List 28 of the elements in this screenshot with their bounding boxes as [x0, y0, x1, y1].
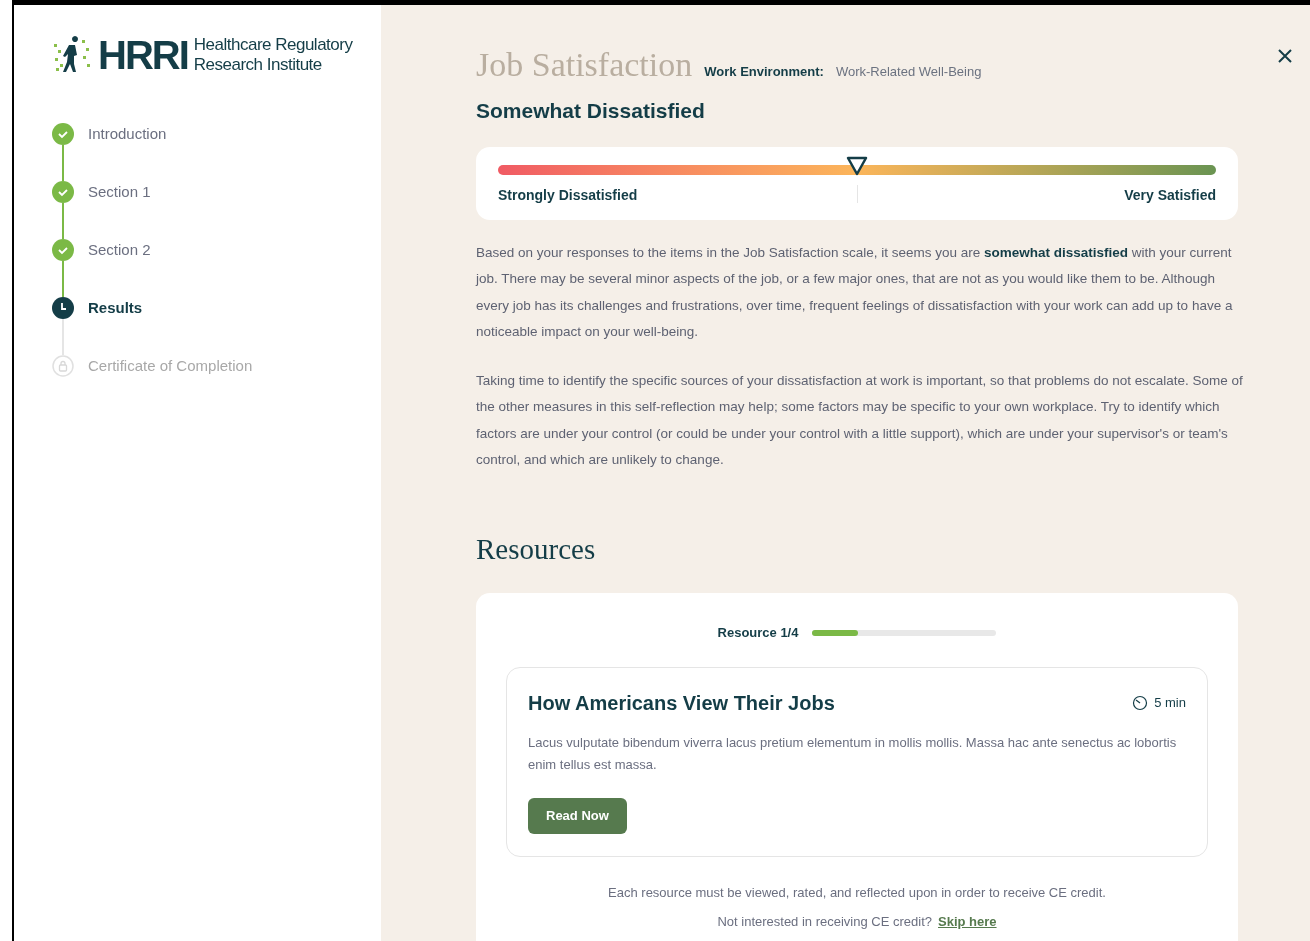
result-heading: Somewhat Dissatisfied: [476, 98, 706, 124]
resource-description: Lacus vulputate bibendum viverra lacus pretium elementum in mollis mollis. Massa hac ante senectus ac lobortis enim tellus est massa.: [528, 733, 1178, 774]
logo-name: Research Institute: [193, 55, 323, 75]
page-title: Job Satisfaction: [476, 45, 693, 85]
result-paragraph: Taking time to identify the specific sources of your dissatisfaction at work is important, so that problems do not escalate. Some of the other measures in this self-reflection may help; some factors may be specific to your own workplace. Try to identify which factors are under your control (or could be under your control with a little support), which are under your supervisor's or team's control, and which are unlikely to change.: [476, 371, 1244, 469]
logo-mark: HRRI: [98, 35, 188, 75]
category-label: Work Environment:: [704, 63, 824, 81]
result-paragraph: Based on your responses to the items in the Job Satisfaction scale, it seems you are somewhat dissatisfied with your current job. There may be several minor aspects of the job, or a few major ones, that are not as you would like them to be. Although every job has its challenges and frustrations, over time, frequent feelings of dissatisfaction with your work can add up to have a noticeable impact on your well-being.: [476, 243, 1234, 341]
progress-label: Resource 1/4: [717, 624, 799, 642]
category-value: Work-Related Well-Being: [835, 63, 982, 81]
step-label[interactable]: Introduction: [88, 122, 167, 146]
skip-link[interactable]: Skip here: [938, 912, 997, 932]
read-now-button[interactable]: Read Now: [528, 797, 627, 834]
walking-figure-icon: [52, 36, 92, 74]
scale-min-label: Strongly Dissatisfied: [498, 185, 638, 205]
skip-prompt: Not interested in receiving CE credit?: [717, 913, 933, 931]
clock-icon: [52, 297, 74, 319]
step-label[interactable]: Section 1: [88, 180, 151, 204]
scale-max-label: Very Satisfied: [1124, 185, 1216, 205]
duration: 5 min: [1154, 693, 1186, 712]
resource-title: How Americans View Their Jobs: [528, 690, 835, 716]
logo-name: Healthcare Regulatory: [193, 35, 353, 55]
step-label[interactable]: Results: [88, 296, 143, 320]
section-heading: Resources: [476, 531, 597, 567]
step-label[interactable]: Section 2: [88, 238, 151, 262]
close-icon: [1277, 48, 1293, 64]
clock-icon: [1132, 694, 1149, 711]
credit-note: Each resource must be viewed, rated, and reflected upon in order to receive CE credit.: [607, 883, 1107, 902]
